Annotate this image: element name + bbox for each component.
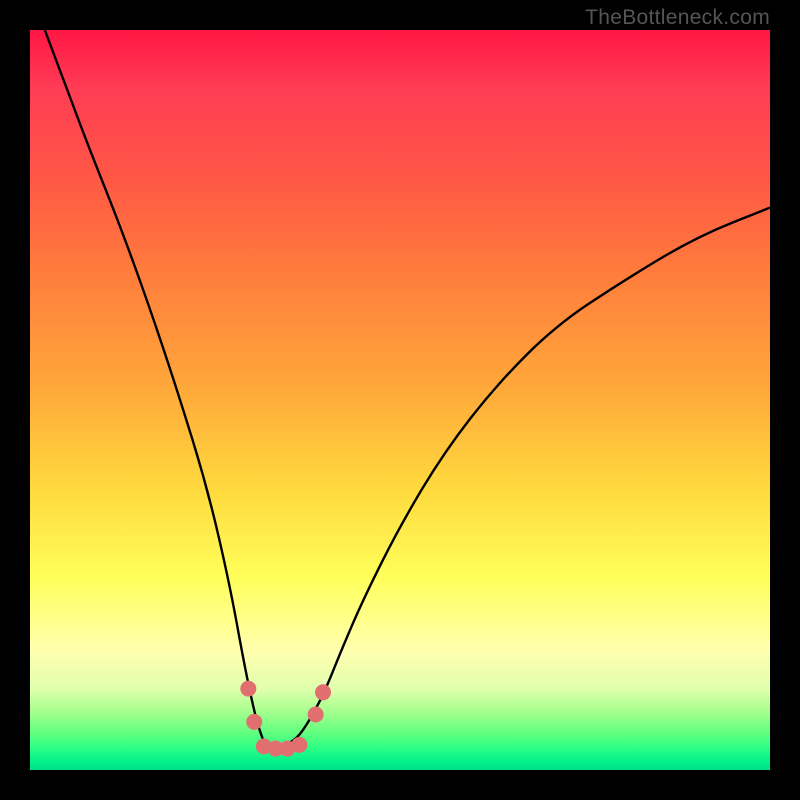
- bottom-marker-4: [291, 737, 307, 753]
- plot-area: [30, 30, 770, 770]
- left-lower-marker: [246, 714, 262, 730]
- curve-layer: [30, 30, 770, 770]
- curve-markers: [240, 681, 331, 757]
- bottleneck-curve: [45, 30, 770, 748]
- right-lower-marker: [308, 707, 324, 723]
- chart-frame: TheBottleneck.com: [0, 0, 800, 800]
- right-upper-marker: [315, 684, 331, 700]
- attribution-watermark: TheBottleneck.com: [585, 6, 770, 30]
- left-upper-marker: [240, 681, 256, 697]
